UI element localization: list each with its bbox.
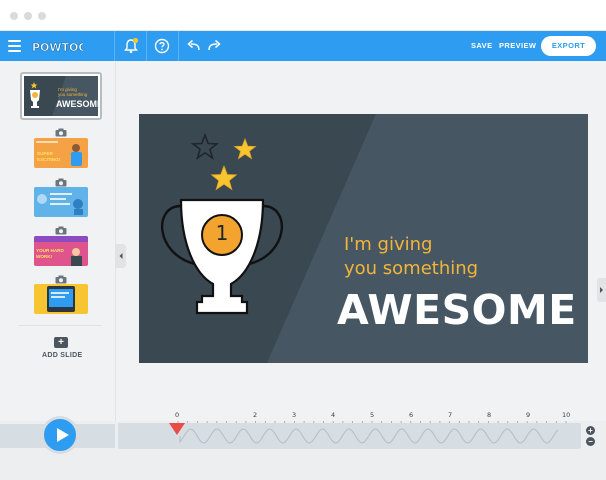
window-dot-minimize[interactable] xyxy=(24,12,32,20)
tick-label: 9 xyxy=(526,411,531,419)
tick-label: 6 xyxy=(409,411,414,419)
sidebar-divider xyxy=(18,325,102,326)
toolbar-divider xyxy=(114,31,115,61)
slide-thumbnail-1[interactable]: I'm giving you something AWESOME xyxy=(20,72,102,120)
trophy-number: 1 xyxy=(215,221,229,245)
zoom-out-button[interactable]: − xyxy=(586,437,595,446)
slide-thumbnail-2-line-2: EXCITING! xyxy=(37,157,61,162)
preview-button[interactable]: PREVIEW xyxy=(499,41,536,50)
slide-thumbnail-5[interactable] xyxy=(34,284,88,314)
powtoon-logo: POWTOON xyxy=(31,35,98,57)
add-slide-label: ADD SLIDE xyxy=(42,352,83,359)
slide-canvas[interactable]: 1 I'm giving you something AWESOME xyxy=(139,114,588,363)
expand-right-panel-tab[interactable] xyxy=(597,278,606,302)
help-icon[interactable] xyxy=(153,37,171,55)
collapse-sidebar-tab[interactable] xyxy=(116,244,126,268)
stage-headline[interactable]: AWESOME xyxy=(337,286,577,334)
tick-label: 7 xyxy=(448,411,453,419)
bell-icon[interactable] xyxy=(122,37,140,55)
play-button[interactable] xyxy=(41,416,79,454)
window-dot-maximize[interactable] xyxy=(38,12,46,20)
toolbar-divider xyxy=(146,31,147,61)
save-button[interactable]: SAVE xyxy=(471,41,492,50)
redo-icon[interactable] xyxy=(205,37,223,55)
tick-label: 10 xyxy=(562,411,571,419)
chevron-right-icon xyxy=(600,287,603,293)
toolbar-divider xyxy=(178,31,179,61)
slide-thumbnail-4[interactable]: YOUR HARD WORK! xyxy=(34,236,88,266)
slide-thumbnail-2[interactable]: SUPER EXCITING! xyxy=(34,138,88,168)
plus-icon: + xyxy=(54,337,68,348)
playhead-marker[interactable] xyxy=(169,423,185,435)
export-button[interactable]: EXPORT xyxy=(541,36,596,56)
slide-thumbnail-3[interactable] xyxy=(34,187,88,217)
slide-thumbnail-1-line-2: you something xyxy=(58,92,88,97)
tick-label: 8 xyxy=(487,411,492,419)
add-slide-button[interactable]: + ADD SLIDE xyxy=(40,337,84,361)
tick-label: 3 xyxy=(292,411,297,419)
tick-label: 0 xyxy=(175,411,180,419)
camera-icon[interactable] xyxy=(55,271,67,284)
logo-text: POWTOON xyxy=(32,41,83,54)
stage-line-2[interactable]: you something xyxy=(344,258,478,279)
slide-thumbnail-4-line-1: YOUR HARD xyxy=(36,248,65,253)
slide-thumbnail-4-line-2: WORK! xyxy=(36,254,53,259)
camera-icon[interactable] xyxy=(55,174,67,187)
zoom-in-button[interactable]: + xyxy=(586,426,595,435)
camera-icon[interactable] xyxy=(55,124,67,137)
camera-icon[interactable] xyxy=(55,222,67,235)
timeline-ruler xyxy=(177,421,567,423)
undo-icon[interactable] xyxy=(185,37,203,55)
tick-label: 4 xyxy=(331,411,336,419)
slide-thumbnail-1-line-3: AWESOME xyxy=(56,99,98,109)
tick-label: 5 xyxy=(370,411,375,419)
slide-thumbnail-2-line-1: SUPER xyxy=(37,151,54,156)
window-chrome xyxy=(0,0,606,31)
stage-line-1[interactable]: I'm giving xyxy=(344,234,432,255)
window-dot-close[interactable] xyxy=(10,12,18,20)
tick-label: 2 xyxy=(253,411,258,419)
menu-icon[interactable] xyxy=(8,40,21,52)
app-window: POWTOON xyxy=(0,0,606,480)
chevron-left-icon xyxy=(119,253,123,259)
